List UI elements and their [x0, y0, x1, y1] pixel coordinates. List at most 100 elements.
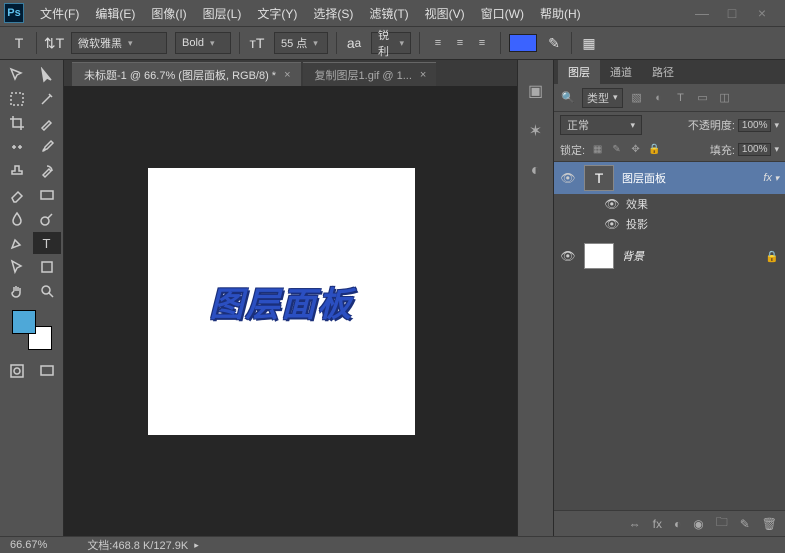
- text-orientation-icon[interactable]: ⇅T: [45, 34, 63, 52]
- lock-all-icon[interactable]: 🔒: [648, 143, 661, 156]
- menu-image[interactable]: 图像(I): [145, 2, 192, 25]
- layer-filter-dropdown[interactable]: 类型: [582, 88, 623, 108]
- pen-tool[interactable]: [3, 232, 31, 254]
- new-layer-icon[interactable]: ✎: [740, 517, 750, 531]
- heal-tool[interactable]: [3, 136, 31, 158]
- menu-edit[interactable]: 编辑(E): [89, 2, 141, 25]
- lock-position-icon[interactable]: ✥: [629, 143, 642, 156]
- history-panel-icon[interactable]: ▣: [525, 80, 547, 102]
- layer-fx-effects[interactable]: 👁 效果: [554, 194, 785, 214]
- layer-row-background[interactable]: 👁 背景 🔒: [554, 240, 785, 272]
- layer-style-icon[interactable]: fx: [653, 517, 662, 531]
- artboard-tool[interactable]: [33, 64, 61, 86]
- foreground-swatch[interactable]: [12, 310, 36, 334]
- maximize-button[interactable]: □: [721, 5, 743, 21]
- close-button[interactable]: ×: [751, 5, 773, 21]
- menu-window[interactable]: 窗口(W): [475, 2, 530, 25]
- group-icon[interactable]: 🗀: [716, 513, 728, 534]
- font-size-dropdown[interactable]: 55 点: [274, 32, 328, 54]
- fill-chevron-icon[interactable]: ▾: [774, 144, 779, 155]
- layer-name[interactable]: 图层面板: [622, 170, 666, 186]
- hand-tool[interactable]: [3, 280, 31, 302]
- visibility-icon[interactable]: 👁: [604, 197, 620, 211]
- opacity-value[interactable]: 100%: [738, 119, 772, 132]
- screenmode-tool[interactable]: [33, 360, 61, 382]
- blur-tool[interactable]: [3, 208, 31, 230]
- wand-tool[interactable]: [33, 88, 61, 110]
- visibility-icon[interactable]: 👁: [560, 171, 576, 185]
- font-weight-dropdown[interactable]: Bold: [175, 32, 231, 54]
- paths-tab[interactable]: 路径: [642, 60, 684, 84]
- font-family-dropdown[interactable]: 微软雅黑: [71, 32, 167, 54]
- layer-fx-dropshadow[interactable]: 👁 投影: [554, 214, 785, 234]
- menu-type[interactable]: 文字(Y): [251, 2, 303, 25]
- zoom-tool[interactable]: [33, 280, 61, 302]
- menu-layer[interactable]: 图层(L): [197, 2, 248, 25]
- layer-mask-icon[interactable]: ◐: [674, 517, 681, 531]
- channels-tab[interactable]: 通道: [600, 60, 642, 84]
- menu-file[interactable]: 文件(F): [34, 2, 85, 25]
- tab-close-icon[interactable]: ×: [420, 69, 426, 81]
- zoom-level[interactable]: 66.67%: [10, 539, 47, 551]
- layer-row-text[interactable]: 👁 T 图层面板 fx: [554, 162, 785, 194]
- document-tab-inactive[interactable]: 复制图层1.gif @ 1... ×: [303, 62, 437, 86]
- filter-pixel-icon[interactable]: ▧: [629, 90, 645, 106]
- filter-type-icon[interactable]: T: [673, 90, 689, 106]
- text-color-swatch[interactable]: [509, 34, 537, 52]
- shape-tool[interactable]: [33, 256, 61, 278]
- antialias-dropdown[interactable]: 锐利: [371, 32, 411, 54]
- adjustment-layer-icon[interactable]: ◉: [693, 517, 703, 531]
- blend-mode-dropdown[interactable]: 正常: [560, 115, 642, 135]
- character-panel-icon[interactable]: ▦: [580, 34, 598, 52]
- menu-help[interactable]: 帮助(H): [534, 2, 587, 25]
- lock-transparency-icon[interactable]: ▦: [591, 143, 604, 156]
- swatches-panel-icon[interactable]: ◐: [525, 160, 547, 182]
- link-layers-icon[interactable]: ⇔: [629, 517, 641, 531]
- eyedropper-tool[interactable]: [33, 112, 61, 134]
- filter-shape-icon[interactable]: ▭: [695, 90, 711, 106]
- canvas-viewport[interactable]: 图层面板: [64, 86, 517, 536]
- brush-tool[interactable]: [33, 136, 61, 158]
- history-brush-tool[interactable]: [33, 160, 61, 182]
- brushes-panel-icon[interactable]: ✶: [525, 120, 547, 142]
- delete-layer-icon[interactable]: 🗑: [762, 517, 777, 531]
- canvas[interactable]: 图层面板: [148, 168, 415, 435]
- warp-text-icon[interactable]: ✎: [545, 34, 563, 52]
- visibility-icon[interactable]: 👁: [560, 249, 576, 263]
- status-menu-icon[interactable]: ▸: [194, 540, 199, 551]
- marquee-tool[interactable]: [3, 88, 31, 110]
- menu-view[interactable]: 视图(V): [419, 2, 471, 25]
- filter-adjust-icon[interactable]: ◐: [651, 90, 667, 106]
- gradient-tool[interactable]: [33, 184, 61, 206]
- align-left-button[interactable]: ≡: [428, 33, 448, 53]
- color-swatches[interactable]: [12, 310, 52, 350]
- menu-select[interactable]: 选择(S): [307, 2, 359, 25]
- align-center-button[interactable]: ≡: [450, 33, 470, 53]
- layer-fx-badge[interactable]: fx: [763, 172, 779, 184]
- layer-thumbnail[interactable]: T: [584, 165, 614, 191]
- layers-tab[interactable]: 图层: [558, 60, 600, 84]
- type-tool-preset-icon[interactable]: T: [10, 34, 28, 52]
- document-info[interactable]: 文档:468.8 K/127.9K: [87, 537, 188, 553]
- eraser-tool[interactable]: [3, 184, 31, 206]
- move-tool[interactable]: [3, 64, 31, 86]
- document-tab-active[interactable]: 未标题-1 @ 66.7% (图层面板, RGB/8) * ×: [72, 62, 301, 86]
- type-tool[interactable]: T: [33, 232, 61, 254]
- lock-pixels-icon[interactable]: ✎: [610, 143, 623, 156]
- quickmask-tool[interactable]: [3, 360, 31, 382]
- layer-name[interactable]: 背景: [622, 248, 644, 264]
- layer-thumbnail[interactable]: [584, 243, 614, 269]
- fill-value[interactable]: 100%: [738, 143, 772, 156]
- menu-filter[interactable]: 滤镜(T): [363, 2, 414, 25]
- dodge-tool[interactable]: [33, 208, 61, 230]
- crop-tool[interactable]: [3, 112, 31, 134]
- stamp-tool[interactable]: [3, 160, 31, 182]
- align-right-button[interactable]: ≡: [472, 33, 492, 53]
- search-icon[interactable]: 🔍: [560, 90, 576, 106]
- visibility-icon[interactable]: 👁: [604, 217, 620, 231]
- path-select-tool[interactable]: [3, 256, 31, 278]
- tab-close-icon[interactable]: ×: [284, 69, 290, 81]
- minimize-button[interactable]: —: [691, 5, 713, 21]
- opacity-chevron-icon[interactable]: ▾: [774, 120, 779, 131]
- filter-smart-icon[interactable]: ◫: [717, 90, 733, 106]
